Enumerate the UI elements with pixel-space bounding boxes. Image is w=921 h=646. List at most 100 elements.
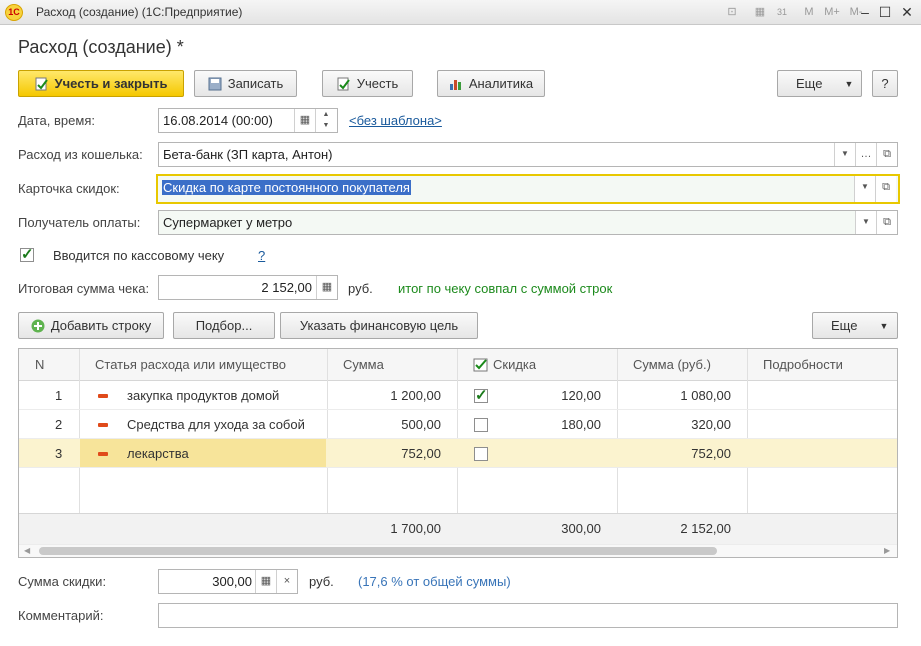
write-button[interactable]: Записать [194,70,297,97]
row-sum[interactable]: 752,00 [339,439,441,468]
memory-m-icon[interactable]: M [801,4,817,20]
fin-goal-button[interactable]: Указать финансовую цель [280,312,478,339]
link-icon[interactable]: ⊡ [724,4,740,20]
post-icon [337,77,351,91]
col-details-header[interactable]: Подробности [763,349,843,381]
post-close-icon [35,77,49,91]
row-discount[interactable]: 180,00 [519,410,601,439]
table-row[interactable]: 2 Средства для ухода за собой 500,00 180… [19,410,897,439]
post-button[interactable]: Учесть [322,70,413,97]
row-n: 3 [55,446,63,461]
discount-label: Сумма скидки: [18,574,107,589]
discount-field[interactable]: 300,00 ▦ × [158,569,298,594]
footer-sum-rub: 2 152,00 [680,521,731,536]
app-logo-icon: 1С [5,4,23,21]
row-item[interactable]: лекарства [127,439,189,468]
row-discount-checkbox[interactable] [474,386,488,404]
col-n-header[interactable]: N [35,349,44,381]
add-row-button[interactable]: Добавить строку [18,312,164,339]
total-calculator-icon[interactable]: ▦ [316,276,337,299]
more-button[interactable]: Еще ▼ [777,70,862,97]
horizontal-scrollbar[interactable]: ◀ ▶ [19,545,897,557]
col-sum-header[interactable]: Сумма [343,349,384,381]
calculator-icon[interactable]: ▦ [752,4,768,20]
table-more-label: Еще [831,318,858,333]
col-item-header[interactable]: Статья расхода или имущество [95,349,286,381]
total-unit: руб. [348,281,373,296]
total-label: Итоговая сумма чека: [18,281,150,296]
row-item[interactable]: закупка продуктов домой [127,381,279,410]
calendar-picker-icon[interactable]: ▦ [294,109,315,132]
expense-icon [98,452,108,456]
scroll-thumb[interactable] [39,547,717,555]
row-sum-rub[interactable]: 752,00 [629,439,731,468]
comment-field[interactable] [158,603,898,628]
dropdown-arrow-icon: ▼ [844,78,854,89]
scroll-left-icon[interactable]: ◀ [24,545,30,557]
wallet-select-icon[interactable]: … [855,143,876,166]
receipt-help-link[interactable]: ? [258,248,265,263]
wallet-field[interactable]: Бета-банк (ЗП карта, Антон) ▼ … ⧉ [158,142,898,167]
template-link[interactable]: <без шаблона> [349,113,442,128]
date-value: 16.08.2014 (00:00) [163,113,273,128]
spin-icon[interactable]: ▲ ▼ [315,109,336,132]
date-label: Дата, время: [18,113,95,128]
col-sum-rub-header[interactable]: Сумма (руб.) [633,349,711,381]
row-sum[interactable]: 1 200,00 [339,381,441,410]
close-icon[interactable]: ✕ [898,3,916,21]
row-discount-checkbox[interactable] [474,447,488,461]
table-row-selected[interactable]: 3 лекарства 752,00 752,00 [19,439,897,468]
card-label: Карточка скидок: [18,181,120,196]
col-discount-header[interactable]: Скидка [493,349,536,381]
payee-dropdown-icon[interactable]: ▼ [855,211,876,234]
expense-icon [98,394,108,398]
add-row-label: Добавить строку [50,318,152,333]
row-discount[interactable] [519,439,601,468]
post-and-close-label: Учесть и закрыть [54,76,168,91]
expense-table[interactable]: N Статья расхода или имущество Сумма Ски… [18,348,898,558]
table-footer: 1 700,00 300,00 2 152,00 [19,513,897,545]
row-item[interactable]: Средства для ухода за собой [127,410,305,439]
card-dropdown-icon[interactable]: ▼ [854,176,875,202]
current-cell [80,439,326,467]
row-sum-rub[interactable]: 320,00 [629,410,731,439]
wallet-label: Расход из кошелька: [18,147,143,162]
analytics-button[interactable]: Аналитика [437,70,545,97]
chart-icon [449,77,463,91]
wallet-dropdown-icon[interactable]: ▼ [834,143,855,166]
row-discount[interactable]: 120,00 [519,381,601,410]
payee-field[interactable]: Супермаркет у метро ▼ ⧉ [158,210,898,235]
row-sum-rub[interactable]: 1 080,00 [629,381,731,410]
minimize-icon[interactable]: ‒ [856,3,874,21]
discount-unit: руб. [309,574,334,589]
total-field[interactable]: 2 152,00 ▦ [158,275,338,300]
table-row[interactable]: 1 закупка продуктов домой 1 200,00 120,0… [19,381,897,410]
write-label: Записать [227,76,284,91]
card-field[interactable]: Скидка по карте постоянного покупателя ▼… [156,174,900,204]
title-bar: 1С Расход (создание) (1С:Предприятие) ⊡ … [0,0,921,25]
select-button[interactable]: Подбор... [173,312,275,339]
card-open-icon[interactable]: ⧉ [875,176,896,202]
total-value: 2 152,00 [261,280,312,295]
window-title: Расход (создание) (1С:Предприятие) [36,5,243,19]
discount-clear-icon[interactable]: × [276,570,297,593]
card-value: Скидка по карте постоянного покупателя [162,180,411,195]
table-more-button[interactable]: Еще ▼ [812,312,898,339]
help-button[interactable]: ? [872,70,898,97]
payee-open-icon[interactable]: ⧉ [876,211,897,234]
row-discount-checkbox[interactable] [474,418,488,432]
receipt-checkbox[interactable] [20,245,34,263]
calendar-icon[interactable]: 31 [774,4,790,20]
scroll-right-icon[interactable]: ▶ [884,545,890,557]
row-sum[interactable]: 500,00 [339,410,441,439]
wallet-open-icon[interactable]: ⧉ [876,143,897,166]
discount-note: (17,6 % от общей суммы) [358,574,511,589]
discount-calculator-icon[interactable]: ▦ [255,570,276,593]
payee-value: Супермаркет у метро [163,215,293,230]
memory-plus-icon[interactable]: M+ [822,4,842,20]
post-label: Учесть [356,76,399,91]
date-field[interactable]: 16.08.2014 (00:00) ▦ ▲ ▼ [158,108,338,133]
post-and-close-button[interactable]: Учесть и закрыть [18,70,184,97]
footer-sum: 1 700,00 [390,521,441,536]
maximize-icon[interactable]: ☐ [876,3,894,21]
